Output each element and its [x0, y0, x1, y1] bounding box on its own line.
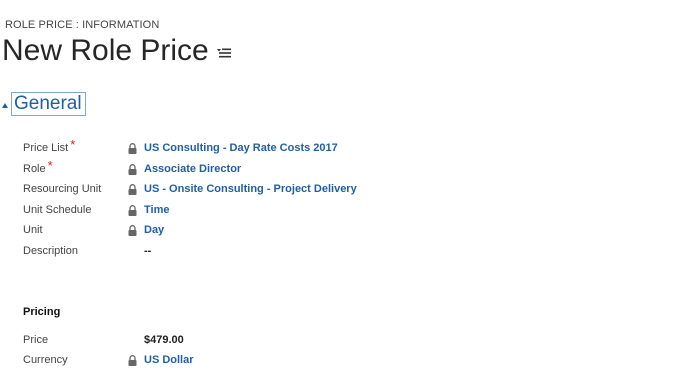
field-label: Resourcing Unit [23, 183, 102, 195]
form-menu-icon[interactable] [216, 45, 231, 63]
section-title[interactable]: General [11, 92, 86, 116]
lock-icon [128, 183, 144, 195]
field-price-list: Price List * US Consulting - Day Rate Cos… [23, 136, 338, 157]
field-unit: Unit Day [23, 221, 164, 239]
resourcing-unit-value[interactable]: US - Onsite Consulting - Project Deliver… [144, 183, 357, 195]
price-value[interactable]: $479.00 [144, 334, 184, 346]
field-unit-schedule: Unit Schedule Time [23, 201, 169, 219]
field-label: Price List * [23, 136, 76, 155]
unit-schedule-value[interactable]: Time [144, 204, 169, 216]
collapse-triangle-icon[interactable] [2, 102, 8, 108]
lock-icon [128, 163, 144, 175]
description-value[interactable]: -- [144, 245, 151, 257]
field-label: Unit [23, 224, 43, 236]
field-label: Unit Schedule [23, 204, 92, 216]
required-asterisk: * [47, 157, 53, 173]
field-label: Currency [23, 354, 68, 366]
field-price: Price $479.00 [23, 331, 184, 349]
required-asterisk: * [70, 136, 76, 152]
lock-icon [128, 224, 144, 236]
page-title: New Role Price [2, 34, 209, 67]
unit-value[interactable]: Day [144, 224, 164, 236]
field-resourcing-unit: Resourcing Unit US - Onsite Consulting -… [23, 180, 357, 198]
field-description: Description -- [23, 242, 151, 260]
section-header-general[interactable]: General [2, 92, 86, 116]
role-value[interactable]: Associate Director [144, 163, 241, 175]
lock-icon [128, 204, 144, 216]
field-label: Role * [23, 157, 53, 176]
field-role: Role * Associate Director [23, 157, 241, 178]
currency-value[interactable]: US Dollar [144, 354, 194, 366]
field-currency: Currency US Dollar [23, 351, 194, 369]
price-list-value[interactable]: US Consulting - Day Rate Costs 2017 [144, 142, 338, 154]
field-label: Price [23, 334, 49, 346]
breadcrumb: ROLE PRICE : INFORMATION [5, 19, 160, 31]
lock-icon [128, 142, 144, 154]
title-row: New Role Price [2, 33, 231, 69]
lock-icon [128, 354, 144, 366]
pricing-section-title: Pricing [23, 306, 61, 318]
field-label: Description [23, 245, 79, 257]
